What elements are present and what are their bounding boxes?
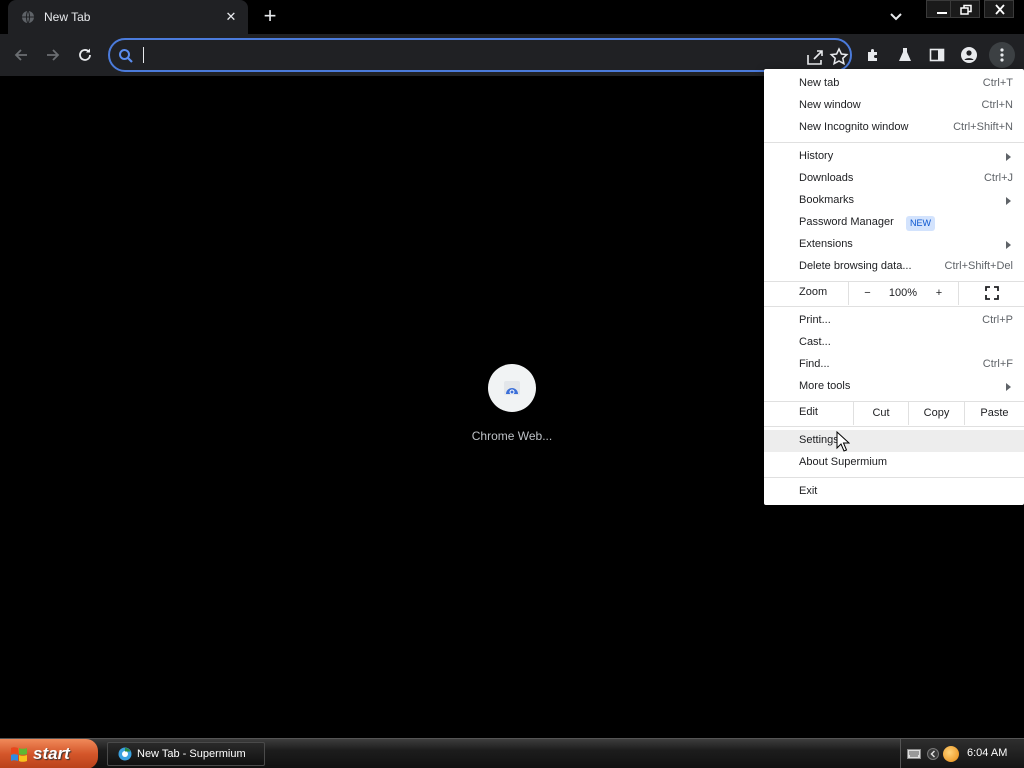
fullscreen-button[interactable] xyxy=(958,281,1024,305)
side-panel-button[interactable] xyxy=(924,42,950,68)
menu-item-more-tools[interactable]: More tools xyxy=(764,376,1024,398)
keyboard-icon[interactable] xyxy=(907,749,921,759)
submenu-arrow-icon xyxy=(1006,153,1011,161)
arrow-left-icon xyxy=(14,49,27,61)
desktop-screen: New Tab ✕ + Chrome Web... New tab Ctrl+T… xyxy=(0,0,1024,768)
chevron-left-icon[interactable] xyxy=(927,746,939,762)
submenu-arrow-icon xyxy=(1006,383,1011,391)
zoom-out-button[interactable]: − xyxy=(848,281,886,305)
menu-item-exit[interactable]: Exit xyxy=(764,481,1024,503)
menu-item-new-window[interactable]: New window Ctrl+N xyxy=(764,95,1024,117)
submenu-arrow-icon xyxy=(1006,197,1011,205)
reload-button[interactable] xyxy=(72,42,98,68)
more-vert-icon xyxy=(1000,48,1004,62)
system-tray: 6:04 AM xyxy=(900,739,1024,768)
side-panel-icon xyxy=(929,48,945,62)
menu-item-bookmarks[interactable]: Bookmarks xyxy=(764,190,1024,212)
globe-icon xyxy=(22,10,34,24)
address-bar[interactable] xyxy=(108,38,852,72)
zoom-row: Zoom − 100% + xyxy=(764,281,1024,305)
paste-button[interactable]: Paste xyxy=(964,401,1024,425)
menu-item-find[interactable]: Find... Ctrl+F xyxy=(764,354,1024,376)
windows-flag-icon xyxy=(11,747,27,762)
submenu-arrow-icon xyxy=(1006,241,1011,249)
menu-item-about[interactable]: About Supermium xyxy=(764,452,1024,474)
labs-button[interactable] xyxy=(892,42,918,68)
puzzle-icon xyxy=(868,49,877,61)
cut-button[interactable]: Cut xyxy=(853,401,908,425)
menu-separator xyxy=(764,306,1024,307)
menu-item-password-manager[interactable]: Password Manager NEW xyxy=(764,212,1024,234)
edit-label: Edit xyxy=(799,406,818,418)
restore-button[interactable] xyxy=(950,0,980,18)
profile-button[interactable] xyxy=(956,42,982,68)
menu-item-cast[interactable]: Cast... xyxy=(764,332,1024,354)
search-icon xyxy=(119,49,133,63)
star-icon xyxy=(829,47,849,66)
tab-title: New Tab xyxy=(44,10,91,24)
extensions-button[interactable] xyxy=(860,42,886,68)
tray-app-icon[interactable] xyxy=(943,746,959,762)
taskbar: start New Tab - Supermium 6:04 AM xyxy=(0,738,1024,768)
menu-item-new-tab[interactable]: New tab Ctrl+T xyxy=(764,73,1024,95)
zoom-label: Zoom xyxy=(799,286,828,298)
menu-separator xyxy=(764,142,1024,143)
minimize-icon xyxy=(937,12,947,14)
menu-item-extensions[interactable]: Extensions xyxy=(764,234,1024,256)
clock: 6:04 AM xyxy=(967,747,1008,759)
fullscreen-icon xyxy=(984,286,999,300)
tab-new-tab[interactable]: New Tab ✕ xyxy=(8,0,248,34)
menu-item-history[interactable]: History xyxy=(764,146,1024,168)
share-icon xyxy=(807,50,823,65)
menu-item-delete-browsing-data[interactable]: Delete browsing data... Ctrl+Shift+Del xyxy=(764,256,1024,278)
tab-close-icon[interactable]: ✕ xyxy=(222,8,240,26)
menu-item-downloads[interactable]: Downloads Ctrl+J xyxy=(764,168,1024,190)
shortcut-tile[interactable]: Chrome Web... xyxy=(468,364,556,444)
forward-button[interactable] xyxy=(40,42,66,68)
zoom-level-value: 100% xyxy=(888,287,918,299)
tab-strip: New Tab ✕ + xyxy=(0,0,1024,34)
mouse-cursor-icon xyxy=(836,431,850,452)
back-button[interactable] xyxy=(8,42,34,68)
edit-row: Edit Cut Copy Paste xyxy=(764,401,1024,425)
start-label: start xyxy=(33,744,70,763)
new-tab-button[interactable]: + xyxy=(258,5,282,29)
arrow-right-icon xyxy=(47,49,60,61)
menu-separator xyxy=(764,426,1024,427)
avatar-icon xyxy=(961,47,977,63)
text-caret xyxy=(143,47,144,63)
taskbar-window-button[interactable]: New Tab - Supermium xyxy=(107,742,265,766)
close-icon xyxy=(995,4,1005,15)
bookmark-star-button[interactable] xyxy=(828,46,850,68)
close-window-button[interactable] xyxy=(984,0,1014,18)
flask-icon xyxy=(899,48,911,61)
taskbar-window-title: New Tab - Supermium xyxy=(137,748,246,760)
copy-button[interactable]: Copy xyxy=(908,401,964,425)
zoom-in-button[interactable]: + xyxy=(920,281,958,305)
menu-item-new-incognito[interactable]: New Incognito window Ctrl+Shift+N xyxy=(764,117,1024,139)
share-button[interactable] xyxy=(804,46,826,68)
chevron-down-icon xyxy=(890,13,902,21)
menu-item-settings[interactable]: Settings xyxy=(764,430,1024,452)
menu-separator xyxy=(764,477,1024,478)
shortcut-icon-circle xyxy=(488,364,536,412)
menu-item-print[interactable]: Print... Ctrl+P xyxy=(764,310,1024,332)
main-menu-button[interactable] xyxy=(989,42,1015,68)
web-store-icon xyxy=(504,381,520,395)
tab-search-button[interactable] xyxy=(884,6,908,28)
new-badge: NEW xyxy=(906,216,935,231)
browser-main-menu: New tab Ctrl+T New window Ctrl+N New Inc… xyxy=(764,69,1024,505)
supermium-icon xyxy=(118,747,132,761)
start-button[interactable]: start xyxy=(0,739,98,768)
shortcut-label: Chrome Web... xyxy=(471,429,553,443)
restore-icon xyxy=(960,4,972,15)
reload-icon xyxy=(79,48,91,61)
address-input[interactable] xyxy=(142,46,792,66)
